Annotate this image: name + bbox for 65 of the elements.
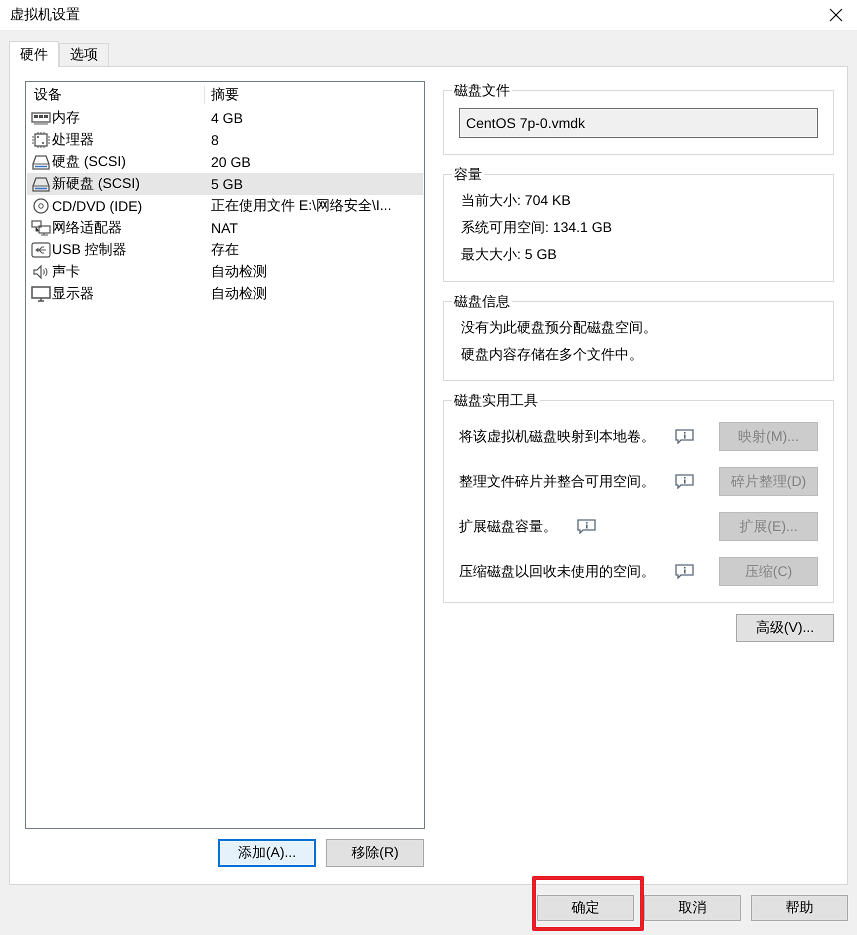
- capacity-line: 最大大小: 5 GB: [460, 245, 558, 264]
- group-title: 容量: [453, 165, 483, 183]
- tab[interactable]: 硬件: [9, 41, 59, 67]
- group-title: 磁盘文件: [453, 81, 511, 99]
- device-summary: 自动检测: [210, 263, 267, 281]
- info-icon[interactable]: [675, 429, 694, 444]
- device-summary: 5 GB: [210, 176, 243, 192]
- device-name: 内存: [52, 109, 80, 127]
- device-name: 新硬盘 (SCSI): [52, 175, 140, 193]
- device-summary: 正在使用文件 E:\网络安全\I...: [210, 197, 392, 215]
- info-icon[interactable]: [675, 474, 694, 489]
- group-title: 磁盘实用工具: [453, 391, 539, 409]
- device-summary: 8: [210, 132, 219, 148]
- info-line: 没有为此硬盘预分配磁盘空间。: [460, 318, 658, 337]
- column-header[interactable]: 设备: [27, 86, 204, 104]
- tab[interactable]: 选项: [59, 43, 109, 66]
- utility-description: 扩展磁盘容量。: [459, 518, 557, 536]
- device-summary: 自动检测: [210, 285, 267, 303]
- close-icon[interactable]: [829, 8, 843, 22]
- help-button[interactable]: 帮助: [751, 895, 848, 921]
- device-row[interactable]: CD/DVD (IDE) 正在使用文件 E:\网络安全\I...: [27, 195, 423, 217]
- device-name: 硬盘 (SCSI): [52, 153, 126, 171]
- device-name: USB 控制器: [52, 241, 127, 259]
- device-row[interactable]: 声卡 自动检测: [27, 261, 423, 283]
- cancel-button[interactable]: 取消: [644, 895, 741, 921]
- hard-drive-icon: [31, 154, 51, 170]
- disc-icon: [31, 198, 51, 214]
- utility-description: 整理文件碎片并整合可用空间。: [459, 472, 655, 490]
- capacity-line: 系统可用空间: 134.1 GB: [460, 218, 613, 237]
- info-icon[interactable]: [577, 519, 596, 534]
- utility-description: 将该虚拟机磁盘映射到本地卷。: [459, 428, 655, 446]
- device-row[interactable]: 网络适配器 NAT: [27, 217, 423, 239]
- usb-icon: [31, 242, 51, 258]
- info-icon[interactable]: [675, 564, 694, 579]
- device-row[interactable]: 硬盘 (SCSI) 20 GB: [27, 151, 423, 173]
- device-summary: 4 GB: [210, 110, 243, 126]
- device-row[interactable]: 显示器 自动检测: [27, 283, 423, 305]
- add-button[interactable]: 添加(A)...: [218, 839, 316, 867]
- info-line: 硬盘内容存储在多个文件中。: [460, 345, 644, 364]
- device-name: CD/DVD (IDE): [52, 198, 142, 214]
- device-summary: 20 GB: [210, 154, 251, 170]
- chip-icon: [31, 132, 51, 148]
- device-name: 声卡: [52, 263, 80, 281]
- file-field[interactable]: CentOS 7p-0.vmdk: [459, 108, 818, 138]
- device-row[interactable]: 处理器 8: [27, 129, 423, 151]
- ok-button[interactable]: 确定: [537, 895, 634, 921]
- memory-icon: [31, 110, 51, 126]
- device-summary: 存在: [210, 241, 239, 259]
- device-row[interactable]: 新硬盘 (SCSI) 5 GB: [27, 173, 423, 195]
- device-row[interactable]: USB 控制器 存在: [27, 239, 423, 261]
- group-title: 磁盘信息: [453, 292, 511, 310]
- device-name: 处理器: [52, 131, 94, 149]
- device-name: 显示器: [52, 285, 94, 303]
- monitor-icon: [31, 286, 51, 302]
- utility-description: 压缩磁盘以回收未使用的空间。: [459, 562, 655, 580]
- remove-button[interactable]: 移除(R): [326, 839, 424, 867]
- device-name: 网络适配器: [52, 219, 122, 237]
- device-summary: NAT: [210, 220, 238, 236]
- capacity-line: 当前大小: 704 KB: [460, 191, 572, 210]
- hard-drive-icon: [31, 176, 51, 192]
- window-title: 虚拟机设置: [10, 6, 80, 24]
- advanced-button[interactable]: 高级(V)...: [736, 614, 834, 642]
- column-header[interactable]: 摘要: [204, 86, 423, 104]
- device-row[interactable]: 内存 4 GB: [27, 107, 423, 129]
- network-icon: [31, 220, 51, 236]
